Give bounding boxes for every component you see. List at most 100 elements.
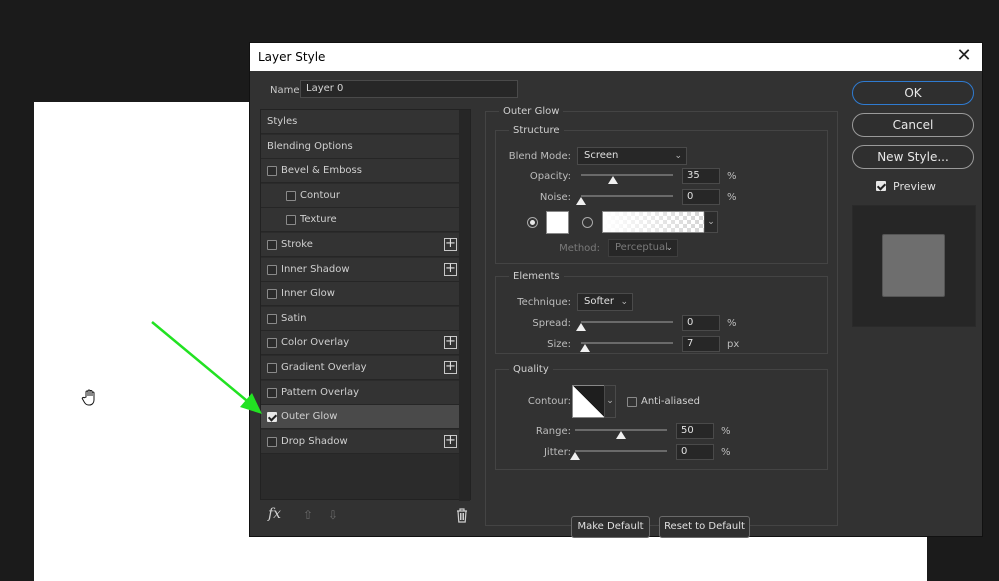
styles-list-item-styles[interactable]: Styles — [261, 110, 461, 134]
add-drop-shadow-icon[interactable]: + — [444, 434, 457, 448]
inner-glow-checkbox[interactable] — [267, 289, 277, 300]
noise-input[interactable]: 0 — [682, 189, 720, 205]
new-style-button[interactable]: New Style... — [852, 145, 974, 169]
cancel-button[interactable]: Cancel — [852, 113, 974, 137]
preview-label: Preview — [893, 180, 936, 193]
styles-list-item-gradient-overlay[interactable]: Gradient Overlay + — [261, 356, 461, 380]
pattern-overlay-checkbox[interactable] — [267, 387, 277, 398]
styles-list-item-label: Gradient Overlay — [281, 362, 367, 373]
preview-box — [852, 205, 976, 327]
method-select[interactable]: Perceptual ⌄ — [608, 239, 678, 257]
method-value: Perceptual — [615, 242, 668, 253]
solid-color-radio[interactable] — [527, 217, 538, 228]
satin-checkbox[interactable] — [267, 313, 277, 324]
jitter-slider-thumb[interactable] — [570, 452, 580, 460]
method-label: Method: — [559, 243, 600, 254]
gradient-radio[interactable] — [582, 217, 593, 228]
noise-slider[interactable] — [576, 193, 673, 205]
contour-picker[interactable] — [572, 385, 605, 418]
ok-button[interactable]: OK — [852, 81, 974, 105]
hand-tool-cursor-icon — [81, 389, 95, 406]
drop-shadow-checkbox[interactable] — [267, 436, 277, 447]
preview-thumbnail — [882, 234, 945, 297]
styles-list-item-drop-shadow[interactable]: Drop Shadow + — [261, 429, 461, 454]
styles-list-item-satin[interactable]: Satin — [261, 306, 461, 331]
make-default-button[interactable]: Make Default — [571, 516, 650, 538]
spread-unit: % — [727, 318, 737, 329]
noise-slider-thumb[interactable] — [576, 197, 586, 205]
texture-checkbox[interactable] — [286, 215, 296, 226]
noise-label: Noise: — [539, 192, 571, 203]
styles-list-item-blending-options[interactable]: Blending Options — [261, 134, 461, 159]
size-slider-thumb[interactable] — [579, 344, 590, 352]
spread-slider-thumb[interactable] — [576, 323, 586, 331]
size-input[interactable]: 7 — [682, 336, 720, 352]
styles-list-item-pattern-overlay[interactable]: Pattern Overlay — [261, 380, 461, 405]
add-inner-shadow-icon[interactable]: + — [444, 262, 457, 276]
elements-title: Elements — [509, 271, 564, 282]
styles-list-item-label: Bevel & Emboss — [281, 165, 362, 177]
blend-mode-select[interactable]: Screen ⌄ — [577, 147, 687, 165]
spread-slider[interactable] — [576, 319, 673, 331]
styles-list-item-texture[interactable]: Texture — [261, 208, 461, 233]
color-overlay-checkbox[interactable] — [267, 338, 277, 349]
reset-to-default-button[interactable]: Reset to Default — [659, 516, 750, 538]
styles-list-item-inner-shadow[interactable]: Inner Shadow + — [261, 257, 461, 282]
size-label: Size: — [547, 339, 571, 350]
jitter-input[interactable]: 0 — [676, 444, 714, 460]
styles-list-item-stroke[interactable]: Stroke + — [261, 233, 461, 257]
name-field[interactable]: Layer 0 — [300, 80, 518, 98]
trash-icon[interactable] — [455, 507, 469, 523]
range-label: Range: — [535, 426, 571, 437]
add-color-overlay-icon[interactable]: + — [444, 335, 457, 350]
move-up-icon[interactable]: ⇧ — [303, 508, 313, 522]
noise-slider-track — [581, 195, 673, 197]
styles-list-item-label: Outer Glow — [281, 411, 338, 423]
anti-aliased-checkbox[interactable] — [627, 397, 637, 407]
contour-checkbox[interactable] — [286, 190, 296, 201]
opacity-slider[interactable] — [581, 172, 673, 184]
dialog-titlebar: Layer Style ✕ — [250, 43, 982, 71]
glow-color-swatch[interactable] — [546, 211, 569, 234]
fx-icon[interactable]: fx — [268, 506, 281, 522]
opacity-input[interactable]: 35 — [682, 168, 720, 184]
styles-list-item-label: Inner Shadow — [281, 263, 350, 275]
close-icon[interactable]: ✕ — [954, 46, 974, 66]
elements-group: Elements Technique: Softer ⌄ Spread: 0 %… — [495, 271, 828, 354]
move-down-icon[interactable]: ⇩ — [328, 508, 338, 522]
range-input[interactable]: 50 — [676, 423, 714, 439]
contour-label: Contour: — [527, 396, 571, 407]
stroke-checkbox[interactable] — [267, 240, 277, 250]
add-gradient-overlay-icon[interactable]: + — [444, 360, 457, 374]
inner-shadow-checkbox[interactable] — [267, 264, 277, 275]
chevron-down-icon: ⌄ — [665, 243, 673, 253]
add-stroke-icon[interactable]: + — [444, 237, 457, 251]
glow-gradient-picker[interactable]: ⌄ — [602, 211, 718, 233]
opacity-slider-thumb[interactable] — [608, 176, 619, 184]
spread-input[interactable]: 0 — [682, 315, 720, 331]
size-slider-track — [581, 342, 673, 344]
jitter-slider[interactable] — [570, 448, 667, 460]
styles-list-item-outer-glow[interactable]: Outer Glow — [261, 405, 461, 430]
structure-group: Structure Blend Mode: Screen ⌄ Opacity: … — [495, 125, 828, 264]
styles-list-footer: fx ⇧ ⇩ — [260, 503, 471, 533]
technique-select[interactable]: Softer ⌄ — [577, 293, 633, 311]
outer-glow-checkbox[interactable] — [267, 412, 277, 423]
chevron-down-icon: ⌄ — [620, 297, 628, 307]
range-slider-thumb[interactable] — [616, 431, 626, 439]
styles-list-item-bevel-emboss[interactable]: Bevel & Emboss — [261, 159, 461, 184]
preview-checkbox[interactable] — [876, 181, 886, 191]
noise-unit: % — [727, 192, 737, 203]
styles-list-item-label: Blending Options — [267, 140, 353, 152]
chevron-down-icon[interactable]: ⌄ — [604, 385, 616, 418]
range-slider[interactable] — [575, 427, 667, 439]
styles-list-item-contour[interactable]: Contour — [261, 183, 461, 208]
bevel-emboss-checkbox[interactable] — [267, 166, 277, 177]
spread-label: Spread: — [532, 318, 571, 329]
chevron-down-icon[interactable]: ⌄ — [704, 211, 718, 233]
size-slider[interactable] — [579, 340, 673, 352]
styles-list-item-inner-glow[interactable]: Inner Glow — [261, 282, 461, 307]
gradient-overlay-checkbox[interactable] — [267, 363, 277, 373]
styles-list-item-color-overlay[interactable]: Color Overlay + — [261, 331, 461, 356]
styles-list-scrollbar[interactable] — [459, 110, 470, 501]
